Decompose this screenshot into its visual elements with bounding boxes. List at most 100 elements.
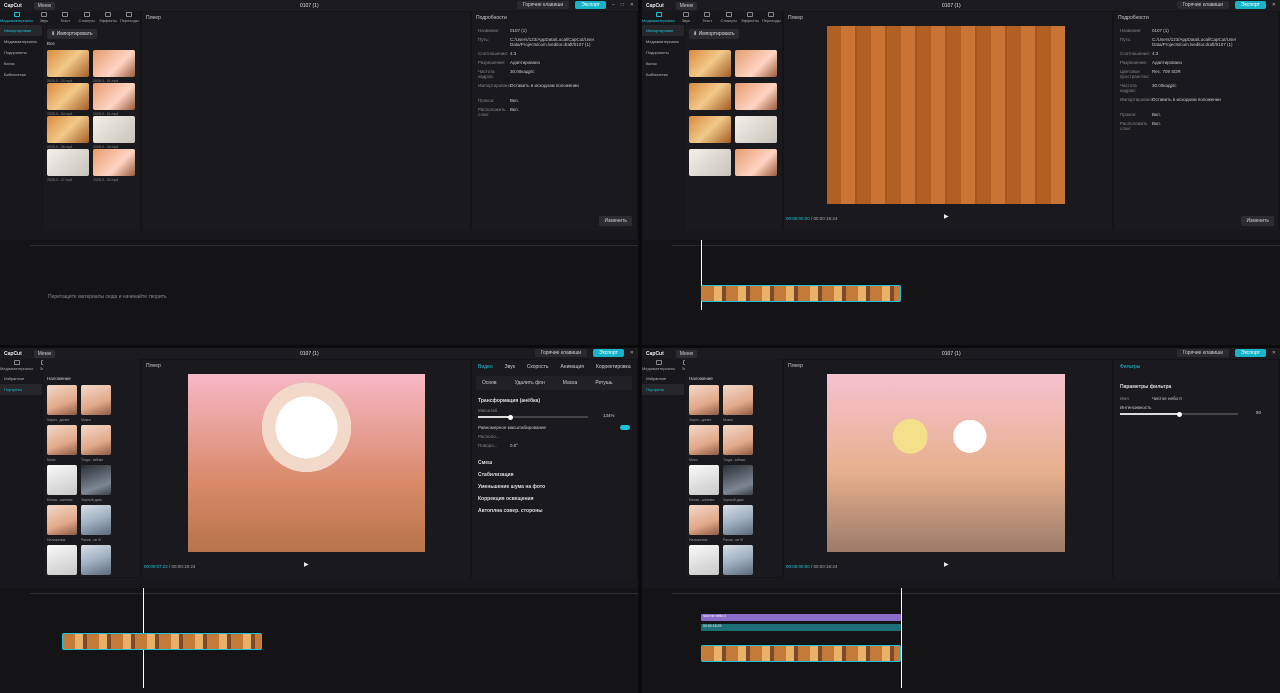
minimize-icon[interactable]: ‒ — [612, 2, 615, 8]
tab-animation[interactable]: Анимация — [560, 364, 583, 370]
subtab-retouch[interactable]: Ретушь — [595, 380, 612, 386]
media-thumb[interactable]: 2025-0...01.mp4 — [93, 83, 135, 116]
nav-imported[interactable]: Импортирован — [0, 25, 42, 36]
import-button[interactable]: ⬇ Импортировать — [47, 29, 97, 39]
media-thumb[interactable]: 2025-0...24.mp4 — [47, 50, 89, 83]
filter-thumb[interactable]: Белая...шинная — [689, 465, 719, 502]
subtab-basic[interactable]: Основ — [482, 380, 497, 386]
tool-audio[interactable]: Звук — [33, 11, 54, 25]
close-icon[interactable]: ✕ — [1272, 350, 1276, 356]
play-button[interactable]: ▶ — [944, 561, 949, 568]
media-thumb[interactable] — [735, 149, 777, 176]
tab-audio[interactable]: Звук — [505, 364, 515, 370]
filter-thumb[interactable]: Монс — [47, 425, 77, 462]
export-button[interactable]: Экспорт — [593, 349, 624, 357]
media-thumb[interactable] — [689, 83, 731, 110]
nav-media[interactable]: Медиаматериалы — [642, 36, 684, 47]
scale-slider[interactable] — [478, 414, 588, 420]
tool-effects[interactable]: Эффекты — [97, 11, 118, 25]
nav-subprojects[interactable]: Подпроекты — [642, 47, 684, 58]
uniform-toggle[interactable] — [620, 425, 630, 430]
media-thumb[interactable]: 2025-0...34.mp4 — [93, 116, 135, 149]
filter-thumb[interactable]: Мокко — [81, 385, 111, 422]
filter-thumb[interactable]: Рассвет — [81, 545, 111, 582]
timeline-playhead[interactable] — [901, 588, 902, 688]
intensity-slider[interactable] — [1120, 411, 1238, 417]
tool-media[interactable]: Медиаматериалы — [642, 11, 675, 25]
subtab-remove-bg[interactable]: Удалить фон — [515, 380, 545, 386]
play-button[interactable]: ▶ — [304, 561, 309, 568]
nav-portraits[interactable]: Портреты — [642, 384, 684, 395]
nav-favorites[interactable]: Избранное — [642, 373, 684, 384]
filter-thumb[interactable]: Рассв...ие III — [723, 505, 753, 542]
menu-button[interactable]: Меню — [33, 349, 56, 358]
filter-thumb[interactable]: Рассв...ие III — [81, 505, 111, 542]
filter-thumb[interactable]: Белый дым — [47, 545, 77, 582]
hotkeys-button[interactable]: Горячие клавиши — [516, 1, 570, 9]
filter-thumb[interactable]: Через...донее — [47, 385, 77, 422]
section-auto-side[interactable]: Автоплна совер. стороны — [472, 502, 636, 514]
media-thumb[interactable]: 2025-0...27.mp4 — [47, 149, 89, 182]
transform-heading[interactable]: Трансформация (анёбка) — [472, 392, 636, 404]
intensity-value[interactable]: 50 — [1256, 410, 1261, 415]
video-frame[interactable] — [188, 374, 425, 552]
tool-transitions[interactable]: Переходы — [761, 11, 782, 25]
play-button[interactable]: ▶ — [944, 213, 949, 220]
close-icon[interactable]: ✕ — [630, 350, 634, 356]
tool-media[interactable]: Медиаматериалы — [642, 359, 675, 373]
export-button[interactable]: Экспорт — [1235, 1, 1266, 9]
media-thumb[interactable] — [735, 83, 777, 110]
filter-thumb[interactable]: Тогда...юбнан — [723, 425, 753, 462]
tool-audio[interactable]: Звук — [675, 11, 696, 25]
tab-video[interactable]: Видео — [478, 364, 493, 370]
filter-thumb[interactable]: Через...донее — [689, 385, 719, 422]
section-lighting[interactable]: Коррекция освещения — [472, 490, 636, 502]
media-thumb[interactable] — [689, 149, 731, 176]
section-stabilize[interactable]: Стабилизация — [472, 466, 636, 478]
rotation-value[interactable]: 0.0° — [510, 443, 630, 448]
change-button[interactable]: Изменить — [1241, 216, 1274, 226]
scale-knob[interactable] — [508, 414, 513, 420]
section-blend[interactable]: Смеш — [472, 448, 636, 466]
subtab-mask[interactable]: Маска — [563, 380, 578, 386]
maximize-icon[interactable]: □ — [621, 2, 624, 8]
tool-media[interactable]: Медиаматериалы — [0, 11, 33, 25]
hotkeys-button[interactable]: Горячие клавиши — [534, 349, 587, 357]
export-button[interactable]: Экспорт — [575, 1, 606, 9]
menu-button[interactable]: Меню — [675, 1, 698, 10]
tool-text[interactable]: Текст — [696, 11, 717, 25]
filter-thumb[interactable]: Рассвет — [723, 545, 753, 582]
close-icon[interactable]: ✕ — [1272, 2, 1276, 8]
media-thumb[interactable] — [689, 116, 731, 143]
tool-media[interactable]: Медиаматериалы — [0, 359, 33, 373]
media-thumb[interactable] — [735, 116, 777, 143]
nav-imported[interactable]: Импортирован — [642, 25, 684, 36]
menu-button[interactable]: Меню — [33, 1, 56, 10]
nav-subprojects[interactable]: Подпроекты — [0, 47, 42, 58]
media-thumb[interactable]: 2025-0...04.mp4 — [47, 83, 89, 116]
filter-thumb[interactable]: Тогда...юбнан — [81, 425, 111, 462]
filter-thumb[interactable]: Черный дым — [81, 465, 111, 502]
nav-library[interactable]: Библиотека — [0, 69, 42, 80]
filter-thumb[interactable]: Наложение — [47, 505, 77, 542]
change-button[interactable]: Изменить — [599, 216, 632, 226]
menu-button[interactable]: Меню — [675, 349, 698, 358]
tool-text[interactable]: Текст — [54, 11, 75, 25]
media-thumb[interactable]: 2025-0...02.mp4 — [93, 149, 135, 182]
tab-speed[interactable]: Скорость — [527, 364, 549, 370]
video-frame[interactable] — [827, 374, 1065, 552]
nav-media[interactable]: Медиаматериалы — [0, 36, 42, 47]
hotkeys-button[interactable]: Горячие клавиши — [1176, 349, 1229, 357]
video-track-clips[interactable] — [701, 645, 901, 662]
hotkeys-button[interactable]: Горячие клавиши — [1176, 1, 1229, 9]
filter-thumb[interactable]: Монс — [689, 425, 719, 462]
tool-effects[interactable]: Эффекты — [739, 11, 760, 25]
filter-thumb[interactable]: Белый дым — [689, 545, 719, 582]
import-button[interactable]: ⬇ Импортировать — [689, 29, 739, 39]
nav-portraits[interactable]: Портреты — [0, 384, 42, 395]
filter-clip[interactable]: Чистое небо II — [701, 614, 901, 621]
nav-contrib[interactable]: Взнос — [0, 58, 42, 69]
filter-thumb[interactable]: Наложение — [689, 505, 719, 542]
filter-thumb[interactable]: Белая...шинная — [47, 465, 77, 502]
media-thumb[interactable] — [735, 50, 777, 77]
